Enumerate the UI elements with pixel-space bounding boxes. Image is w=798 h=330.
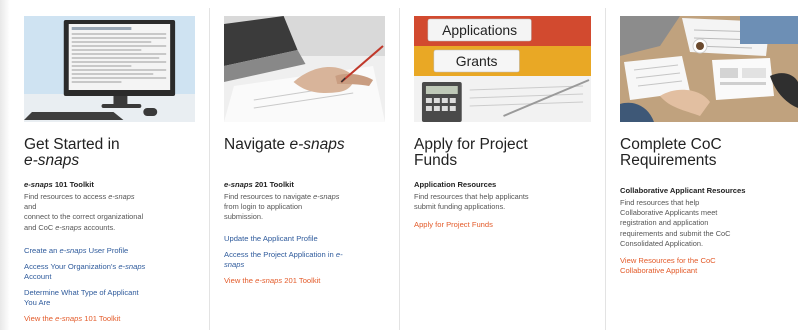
page-edge-shadow — [0, 0, 10, 330]
link-text: 101 Toolkit — [82, 314, 121, 323]
link-text: Determine What Type of Applicant — [24, 288, 139, 297]
access-organization-account-link[interactable]: Access Your Organization's e-snaps Accoun… — [24, 262, 203, 282]
card-subhead: Collaborative Applicant Resources — [620, 186, 746, 195]
desc-italic: e-snaps — [108, 192, 135, 201]
desc-text: accounts. — [81, 222, 116, 232]
card-title-line: Navigate — [224, 136, 290, 153]
link-text: Access the Project Application in — [224, 250, 336, 259]
card-description: Find resources to access e-snaps and con… — [24, 192, 203, 233]
link-text: 201 Toolkit — [282, 276, 321, 285]
card-title-line: Requirements — [620, 152, 717, 169]
desc-text: Collaborative Applicants meet — [620, 208, 718, 218]
link-text: Account — [24, 272, 52, 282]
desc-italic: e-snaps — [55, 222, 82, 232]
desc-text: submission. — [224, 212, 264, 222]
card-title-italic: e-snaps — [289, 136, 345, 153]
desc-text: connect to the correct organizational — [24, 212, 144, 222]
determine-applicant-type-link[interactable]: Determine What Type of Applicant You Are — [24, 288, 203, 308]
computer-monitor-image — [24, 16, 195, 122]
card-description: Find resources to navigate e-snaps from … — [224, 192, 393, 223]
view-coc-collaborative-applicant-link[interactable]: View Resources for the CoC Collaborative … — [620, 256, 792, 276]
card-title-line: Funds — [414, 152, 458, 169]
card-title-line: Get Started in — [24, 136, 120, 153]
card-subhead: e-snaps 201 Toolkit — [224, 180, 395, 189]
card-subhead: e-snaps 101 Toolkit — [24, 180, 205, 189]
link-text: View Resources for the CoC — [620, 256, 716, 265]
link-text: View the — [24, 314, 56, 323]
subhead-text: 201 Toolkit — [252, 180, 294, 189]
desc-text: Find resources to access — [24, 192, 109, 201]
desc-text: Find resources that help applicants — [414, 192, 529, 201]
card-title-line-italic: e-snaps — [24, 152, 80, 169]
card-complete-coc: Complete CoC Requirements Collaborative … — [606, 8, 798, 330]
link-text: User Profile — [86, 246, 129, 255]
team-meeting-table-image — [620, 16, 798, 122]
card-apply: Applications Grants Apply for Project Fu… — [400, 8, 606, 330]
link-text: Create an — [24, 246, 60, 255]
create-user-profile-link[interactable]: Create an e-snaps User Profile — [24, 246, 203, 256]
desc-text: requirements and submit the CoC — [620, 228, 731, 238]
subhead-text: 101 Toolkit — [52, 180, 94, 189]
card-title-line: Complete CoC — [620, 136, 722, 153]
desc-text: and — [24, 202, 37, 212]
card-description: Find resources that help applicants subm… — [414, 192, 599, 212]
card-subhead: Application Resources — [414, 180, 497, 189]
desc-text: Find resources to navigate — [224, 192, 314, 201]
view-101-toolkit-link[interactable]: View the e-snaps 101 Toolkit — [24, 314, 203, 324]
card-description: Find resources that help Collaborative A… — [620, 198, 792, 249]
link-text: View the — [224, 276, 256, 285]
link-italic: e-snaps — [255, 276, 283, 285]
desc-text: and CoC — [24, 222, 56, 232]
binder-label-grants: Grants — [456, 53, 498, 69]
desc-text: from login to application — [224, 202, 303, 212]
link-text: You Are — [24, 298, 51, 308]
card-title: Get Started in e-snaps — [24, 137, 201, 169]
card-navigate: Navigate e-snaps e-snaps 201 Toolkit Fin… — [210, 8, 400, 330]
desc-text: Find resources that help — [620, 198, 700, 207]
link-text: Collaborative Applicant — [620, 266, 698, 276]
apply-for-project-funds-link[interactable]: Apply for Project Funds — [414, 220, 599, 230]
link-italic: e-snaps — [55, 314, 83, 323]
link-italic: e- — [335, 250, 343, 259]
subhead-italic: e-snaps — [224, 180, 253, 189]
desc-italic: e-snaps — [313, 192, 340, 201]
card-get-started: Get Started in e-snaps e-snaps 101 Toolk… — [10, 8, 210, 330]
link-text: Access Your Organization's — [24, 262, 119, 271]
link-italic: e-snaps — [59, 246, 87, 255]
hand-writing-laptop-image — [224, 16, 385, 122]
resource-cards-row: Get Started in e-snaps e-snaps 101 Toolk… — [10, 8, 798, 330]
access-project-application-link[interactable]: Access the Project Application in e-snap… — [224, 250, 393, 270]
view-201-toolkit-link[interactable]: View the e-snaps 201 Toolkit — [224, 276, 393, 286]
card-title: Complete CoC Requirements — [620, 137, 790, 169]
desc-text: registration and application — [620, 218, 709, 228]
card-title: Apply for Project Funds — [414, 137, 597, 169]
link-italic: snaps — [224, 260, 245, 270]
link-italic: e-snaps — [118, 262, 146, 271]
update-applicant-profile-link[interactable]: Update the Applicant Profile — [224, 234, 393, 244]
binder-label-applications: Applications — [442, 22, 517, 38]
binders-applications-grants-image: Applications Grants — [414, 16, 591, 122]
subhead-italic: e-snaps — [24, 180, 53, 189]
desc-text: submit funding applications. — [414, 202, 506, 212]
card-title: Navigate e-snaps — [224, 137, 391, 153]
card-title-line: Apply for Project — [414, 136, 528, 153]
desc-text: Consolidated Application. — [620, 238, 703, 248]
